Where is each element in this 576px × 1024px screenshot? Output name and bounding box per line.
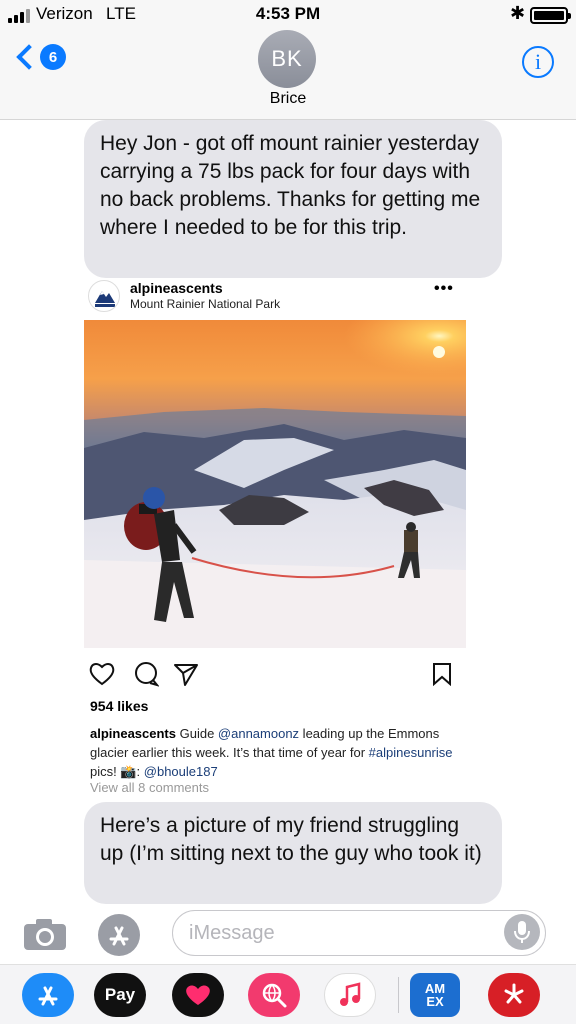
apple-pay-label: Pay [104,985,136,1004]
heart-sticker-icon[interactable] [172,973,224,1017]
microphone-icon[interactable] [504,914,540,950]
divider [398,977,399,1013]
clock: 4:53 PM [255,4,321,23]
imessage-app-drawer: Pay AM EX [0,964,576,1024]
caption-username[interactable]: alpineascents [90,726,176,741]
contact-name[interactable]: Brice [0,90,576,108]
message-placeholder: iMessage [189,921,275,944]
view-comments-link[interactable]: View all 8 comments [90,780,209,795]
battery-icon [530,7,571,24]
camera-icon[interactable] [22,916,68,952]
caption-mention[interactable]: @annamoonz [218,726,299,741]
caption-text: pics! 📸: [90,764,144,779]
share-icon[interactable] [172,660,200,688]
app-store-icon[interactable] [22,973,74,1017]
post-actions [88,660,468,690]
conversation-header: 6 BK Brice i [0,30,576,120]
incoming-message[interactable]: Here’s a picture of my friend struggling… [84,802,502,904]
caption-hashtag[interactable]: #alpinesunrise [369,745,453,760]
more-options-icon[interactable]: ••• [434,280,454,298]
status-bar: Verizon LTE 4:53 PM ✱ [0,0,576,30]
like-heart-icon[interactable] [88,660,116,688]
bluetooth-icon: ✱ [510,3,526,23]
amex-label: AM EX [424,981,446,1009]
back-button[interactable]: 6 [14,44,66,70]
post-photo[interactable] [84,320,466,648]
info-button[interactable]: i [522,46,554,78]
post-location[interactable]: Mount Rainier National Park [130,297,280,311]
instagram-post-header[interactable]: alpineascents Mount Rainier National Par… [88,280,468,316]
comment-icon[interactable] [132,660,160,688]
caption-text: Guide [176,726,218,741]
app-store-button[interactable] [98,914,140,956]
compose-bar: iMessage [0,904,576,964]
apple-pay-icon[interactable]: Pay [94,973,146,1017]
web-search-icon[interactable] [248,973,300,1017]
alpineascents-logo [88,280,120,312]
contact-avatar[interactable]: BK [258,30,316,88]
yelp-icon[interactable] [488,973,540,1017]
unread-count-badge: 6 [40,44,66,70]
post-caption: alpineascents Guide @annamoonz leading u… [90,724,470,781]
chevron-left-icon [16,44,42,70]
amex-icon[interactable]: AM EX [410,973,460,1017]
music-icon[interactable] [324,973,376,1017]
bookmark-icon[interactable] [428,660,456,688]
incoming-message[interactable]: Hey Jon - got off mount rainier yesterda… [84,120,502,278]
caption-mention[interactable]: @bhoule187 [144,764,218,779]
like-count[interactable]: 954 likes [90,698,148,714]
post-username[interactable]: alpineascents [130,280,223,296]
message-input[interactable]: iMessage [172,910,546,956]
